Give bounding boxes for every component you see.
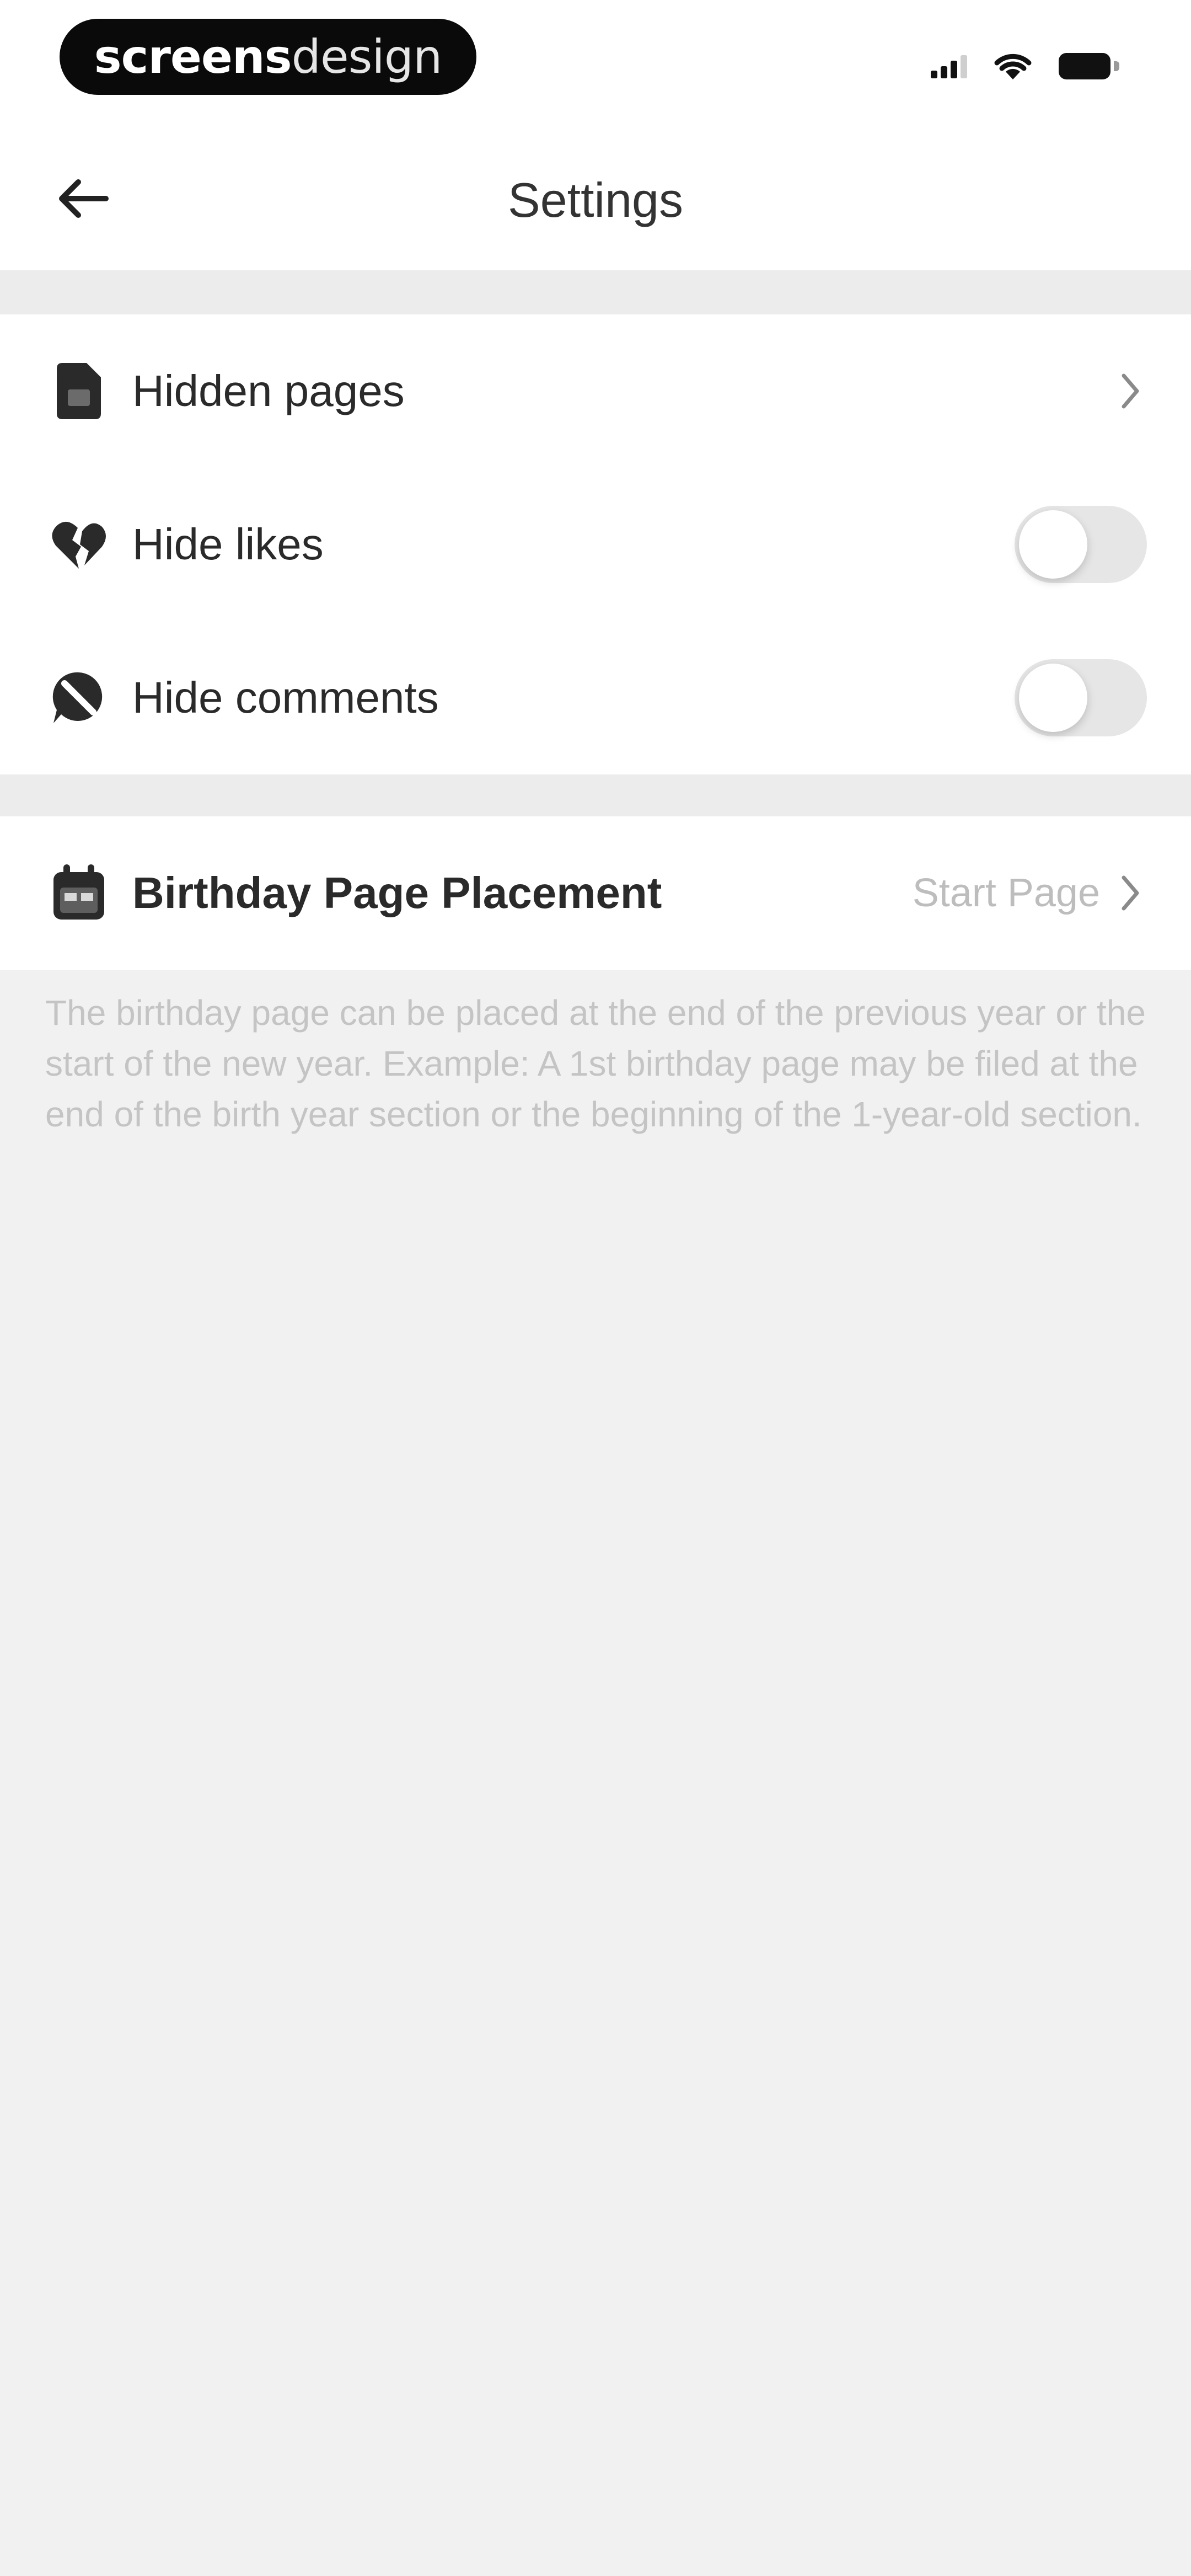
brand-logo-bold: screens xyxy=(94,30,292,84)
privacy-settings-group: Hidden pages Hide likes Hide comments xyxy=(0,314,1191,774)
hide-comments-toggle[interactable] xyxy=(1015,659,1147,736)
cellular-signal-icon xyxy=(931,54,967,78)
birthday-page-placement-value: Start Page xyxy=(912,871,1100,915)
status-icons xyxy=(931,50,1119,83)
wifi-icon xyxy=(994,54,1032,79)
hide-likes-label: Hide likes xyxy=(132,520,324,569)
chevron-right-icon xyxy=(1114,871,1147,915)
section-divider xyxy=(0,270,1191,314)
battery-icon xyxy=(1059,53,1119,79)
section-divider xyxy=(0,774,1191,816)
chevron-right-icon xyxy=(1114,369,1147,413)
page-title: Settings xyxy=(508,173,683,227)
hide-likes-row: Hide likes xyxy=(0,468,1191,621)
toggle-knob xyxy=(1019,510,1087,579)
birthday-placement-description: The birthday page can be placed at the e… xyxy=(45,993,1146,1134)
birthday-page-placement-row[interactable]: Birthday Page Placement Start Page xyxy=(0,816,1191,970)
navigation-bar: Settings xyxy=(0,121,1191,270)
birthday-settings-group: Birthday Page Placement Start Page xyxy=(0,816,1191,970)
hide-comments-row: Hide comments xyxy=(0,621,1191,774)
hide-comments-label: Hide comments xyxy=(132,673,439,722)
document-icon xyxy=(49,361,109,421)
brand-logo: screens design xyxy=(60,19,476,95)
toggle-knob xyxy=(1019,664,1087,732)
hide-likes-toggle[interactable] xyxy=(1015,506,1147,583)
broken-heart-icon xyxy=(49,514,109,575)
brand-logo-light: design xyxy=(291,30,443,84)
calendar-icon xyxy=(49,863,109,923)
hidden-pages-label: Hidden pages xyxy=(132,366,405,415)
hidden-pages-row[interactable]: Hidden pages xyxy=(0,314,1191,468)
status-bar: screens design xyxy=(0,0,1191,121)
comment-off-icon xyxy=(49,667,109,728)
birthday-page-placement-label: Birthday Page Placement xyxy=(132,868,662,917)
